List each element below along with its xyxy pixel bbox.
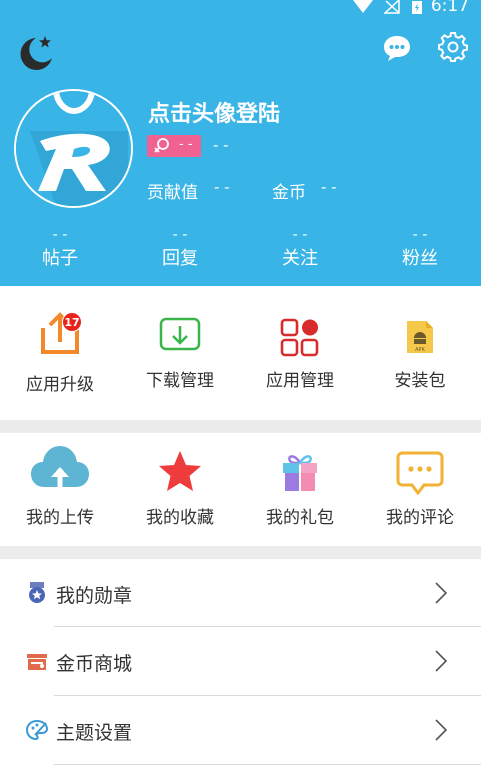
chevron-right-icon <box>435 582 448 604</box>
app-manager-button[interactable]: 应用管理 <box>240 286 360 420</box>
user-content-grid: 我的上传 我的收藏 我的礼包 我的评论 <box>0 433 481 546</box>
coins-label: 金币 <box>272 183 306 203</box>
message-button[interactable] <box>382 34 412 62</box>
cell-label: 我的礼包 <box>266 508 334 528</box>
contribution-label: 贡献值 <box>147 183 198 203</box>
cloud-upload-icon <box>31 446 89 489</box>
avatar[interactable] <box>14 89 133 208</box>
list-item-label: 主题设置 <box>56 722 133 744</box>
count-posts[interactable]: - - 帖子 <box>0 228 120 270</box>
female-icon <box>154 138 169 153</box>
count-fans[interactable]: - - 粉丝 <box>360 228 480 270</box>
profile-header: 6:17 点击头像登陆 - - - - 贡献值 - - 金币 - - - - 帖… <box>0 0 481 286</box>
status-time: 6:17 <box>430 0 469 16</box>
count-label: 关注 <box>282 248 318 269</box>
count-value: - - <box>292 227 308 243</box>
section-separator <box>0 420 481 433</box>
section-separator <box>0 546 481 559</box>
level-text: - - <box>213 136 229 154</box>
chat-bubble-icon <box>384 36 410 61</box>
cell-label: 我的收藏 <box>146 508 214 528</box>
count-label: 粉丝 <box>402 248 438 269</box>
comment-icon <box>396 451 444 496</box>
app-grid-icon <box>280 318 319 357</box>
cell-label: 应用升级 <box>26 375 94 395</box>
cell-label: 应用管理 <box>266 371 334 391</box>
wifi-icon <box>353 0 373 13</box>
cell-label: 我的评论 <box>386 508 454 528</box>
gift-icon <box>283 455 317 491</box>
list-divider <box>54 764 481 765</box>
list-item-my-medals[interactable]: 我的勋章 <box>0 559 481 627</box>
settings-list: 我的勋章 金币商城 主题设置 <box>0 559 481 768</box>
count-label: 回复 <box>162 248 198 269</box>
night-mode-button[interactable] <box>14 32 56 74</box>
count-value: - - <box>52 227 68 243</box>
count-replies[interactable]: - - 回复 <box>120 228 240 270</box>
list-item-coin-shop[interactable]: 金币商城 <box>0 627 481 695</box>
status-bar: 6:17 <box>0 0 481 22</box>
list-item-label: 金币商城 <box>56 653 133 675</box>
settings-button[interactable] <box>438 32 468 62</box>
star-icon <box>159 451 201 491</box>
list-item-label: 我的勋章 <box>56 585 133 607</box>
installer-packages-button[interactable]: APK 安装包 <box>360 286 480 420</box>
default-avatar-logo-icon <box>16 91 131 206</box>
chevron-right-icon <box>435 719 448 741</box>
signal-icon <box>384 0 400 14</box>
list-item-theme-settings[interactable]: 主题设置 <box>0 696 481 764</box>
cell-label: 安装包 <box>394 371 446 391</box>
contribution-value: - - <box>214 178 230 196</box>
cell-label: 我的上传 <box>26 508 94 528</box>
download-manager-button[interactable]: 下载管理 <box>120 286 240 420</box>
login-prompt[interactable]: 点击头像登陆 <box>148 96 280 128</box>
gender-badge-text: - - <box>179 137 193 152</box>
cell-label: 下载管理 <box>146 371 214 391</box>
medal-icon <box>29 582 45 603</box>
my-gift-packs-button[interactable]: 我的礼包 <box>240 433 360 546</box>
palette-icon <box>26 719 48 741</box>
gear-icon <box>438 32 468 62</box>
battery-charging-icon <box>412 1 422 14</box>
my-uploads-button[interactable]: 我的上传 <box>0 433 120 546</box>
chevron-right-icon <box>435 650 448 672</box>
gender-badge: - - <box>147 135 201 157</box>
app-upgrade-button[interactable]: 17 应用升级 <box>0 286 120 420</box>
count-value: - - <box>412 227 428 243</box>
shop-icon <box>27 654 47 670</box>
download-box-icon <box>159 317 201 351</box>
coins-value: - - <box>321 178 337 196</box>
moon-icon <box>20 36 52 70</box>
count-value: - - <box>172 227 188 243</box>
update-count-badge: 17 <box>62 312 82 332</box>
profile-counts: - - 帖子 - - 回复 - - 关注 - - 粉丝 <box>0 228 481 278</box>
svg-text:APK: APK <box>415 347 425 353</box>
apk-file-icon: APK <box>407 321 433 353</box>
my-comments-button[interactable]: 我的评论 <box>360 433 480 546</box>
app-tools-grid: 17 应用升级 下载管理 应用管理 APK 安装包 <box>0 286 481 420</box>
count-following[interactable]: - - 关注 <box>240 228 360 270</box>
count-label: 帖子 <box>42 248 78 269</box>
my-favorites-button[interactable]: 我的收藏 <box>120 433 240 546</box>
